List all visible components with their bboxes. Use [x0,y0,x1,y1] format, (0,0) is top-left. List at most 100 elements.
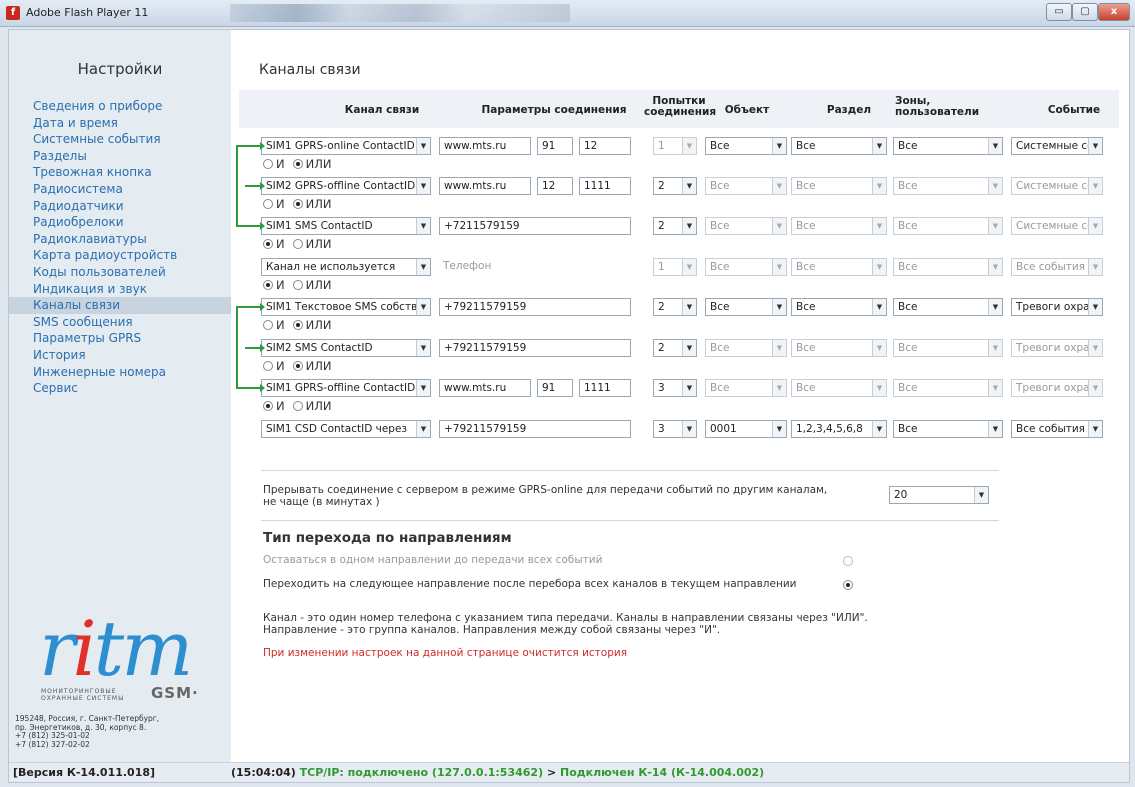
channel-type-select[interactable]: Канал не используется ▼ [261,258,431,276]
channel-type-select[interactable]: SIM1 Текстовое SMS собств ▼ [261,298,431,316]
sidebar-item[interactable]: Радиосистема [9,181,231,198]
or-radio[interactable] [292,280,303,290]
channel-type-select[interactable]: SIM1 GPRS-offline ContactID ▼ [261,379,431,397]
event-select[interactable]: Системные со ▼ [1011,217,1103,235]
event-select[interactable]: Тревоги охра ▼ [1011,339,1103,357]
channel-type-select[interactable]: SIM2 SMS ContactID ▼ [261,339,431,357]
or-radio[interactable] [292,401,303,411]
phone-input[interactable]: +79211579159 [439,298,631,316]
zones-select[interactable]: Все ▼ [893,339,1003,357]
param-input[interactable]: 1111 [579,177,631,195]
sidebar-item[interactable]: Индикация и звук [9,281,231,298]
phone-placeholder[interactable]: Телефон [443,260,491,272]
sidebar-item[interactable]: Сведения о приборе [9,98,231,115]
section-select[interactable]: Все ▼ [791,379,887,397]
phone-input[interactable]: +7211579159 [439,217,631,235]
attempts-select[interactable]: 2 ▼ [653,177,697,195]
object-select[interactable]: Все ▼ [705,217,787,235]
port-input[interactable]: 91 [537,137,573,155]
sidebar-item[interactable]: Радиодатчики [9,198,231,215]
attempts-select[interactable]: 2 ▼ [653,217,697,235]
and-radio[interactable] [263,401,273,411]
or-radio[interactable] [292,199,303,209]
host-input[interactable]: www.mts.ru [439,177,531,195]
direction-option-stay-radio[interactable] [843,556,853,566]
sidebar-item[interactable]: SMS сообщения [9,314,231,331]
or-radio[interactable] [292,239,303,249]
maximize-button[interactable]: ▢ [1072,3,1098,21]
param-input[interactable]: 12 [579,137,631,155]
and-radio[interactable] [263,199,273,209]
object-select[interactable]: Все ▼ [705,339,787,357]
event-select[interactable]: Все события ▼ [1011,420,1103,438]
zones-select[interactable]: Все ▼ [893,298,1003,316]
object-select[interactable]: Все ▼ [705,298,787,316]
sidebar-item[interactable]: Радиобрелоки [9,214,231,231]
zones-select[interactable]: Все ▼ [893,137,1003,155]
phone-input[interactable]: +79211579159 [439,420,631,438]
sidebar-item[interactable]: Разделы [9,148,231,165]
attempts-select[interactable]: 1 ▼ [653,258,697,276]
section-select[interactable]: Все ▼ [791,217,887,235]
host-input[interactable]: www.mts.ru [439,137,531,155]
event-select[interactable]: Все события ▼ [1011,258,1103,276]
minimize-button[interactable]: ▭ [1046,3,1072,21]
zones-select[interactable]: Все ▼ [893,177,1003,195]
sidebar-item[interactable]: Параметры GPRS [9,330,231,347]
sidebar-item[interactable]: Инженерные номера [9,364,231,381]
section-select[interactable]: Все ▼ [791,137,887,155]
object-select[interactable]: 0001 ▼ [705,420,787,438]
param-input[interactable]: 1111 [579,379,631,397]
gprs-break-select[interactable]: 20 ▼ [889,486,989,504]
event-select[interactable]: Тревоги охра ▼ [1011,379,1103,397]
channel-type-select[interactable]: SIM1 GPRS-online ContactID ▼ [261,137,431,155]
host-input[interactable]: www.mts.ru [439,379,531,397]
channel-type-select[interactable]: SIM1 SMS ContactID ▼ [261,217,431,235]
or-radio[interactable] [292,361,303,371]
section-select[interactable]: Все ▼ [791,258,887,276]
sidebar-item[interactable]: Сервис [9,380,231,397]
object-select[interactable]: Все ▼ [705,177,787,195]
attempts-select[interactable]: 2 ▼ [653,339,697,357]
title-bar[interactable]: f Adobe Flash Player 11 ▭ ▢ x [0,0,1135,27]
section-select[interactable]: Все ▼ [791,298,887,316]
sidebar-item[interactable]: Радиоклавиатуры [9,231,231,248]
and-radio[interactable] [263,159,273,169]
or-radio[interactable] [292,320,303,330]
event-select[interactable]: Тревоги охра ▼ [1011,298,1103,316]
event-select[interactable]: Системные со ▼ [1011,177,1103,195]
attempts-select[interactable]: 3 ▼ [653,420,697,438]
section-select[interactable]: 1,2,3,4,5,6,8 ▼ [791,420,887,438]
sidebar-item[interactable]: Каналы связи [9,297,231,314]
section-select[interactable]: Все ▼ [791,177,887,195]
and-radio[interactable] [263,361,273,371]
section-select[interactable]: Все ▼ [791,339,887,357]
or-radio[interactable] [292,159,303,169]
sidebar-item[interactable]: Системные события [9,131,231,148]
sidebar-item[interactable]: История [9,347,231,364]
event-select[interactable]: Системные со ▼ [1011,137,1103,155]
object-select[interactable]: Все ▼ [705,379,787,397]
zones-select[interactable]: Все ▼ [893,217,1003,235]
attempts-select[interactable]: 1 ▼ [653,137,697,155]
zones-select[interactable]: Все ▼ [893,258,1003,276]
port-input[interactable]: 91 [537,379,573,397]
and-radio[interactable] [263,280,273,290]
attempts-select[interactable]: 2 ▼ [653,298,697,316]
zones-select[interactable]: Все ▼ [893,420,1003,438]
sidebar-item[interactable]: Дата и время [9,115,231,132]
sidebar-item[interactable]: Коды пользователей [9,264,231,281]
zones-select[interactable]: Все ▼ [893,379,1003,397]
close-button[interactable]: x [1098,3,1130,21]
port-input[interactable]: 12 [537,177,573,195]
sidebar-item[interactable]: Карта радиоустройств [9,247,231,264]
object-select[interactable]: Все ▼ [705,137,787,155]
channel-type-select[interactable]: SIM1 CSD ContactID через ▼ [261,420,431,438]
attempts-select[interactable]: 3 ▼ [653,379,697,397]
object-select[interactable]: Все ▼ [705,258,787,276]
phone-input[interactable]: +79211579159 [439,339,631,357]
sidebar-item[interactable]: Тревожная кнопка [9,164,231,181]
direction-option-next-radio[interactable] [843,580,853,590]
channel-type-select[interactable]: SIM2 GPRS-offline ContactID ▼ [261,177,431,195]
and-radio[interactable] [263,320,273,330]
